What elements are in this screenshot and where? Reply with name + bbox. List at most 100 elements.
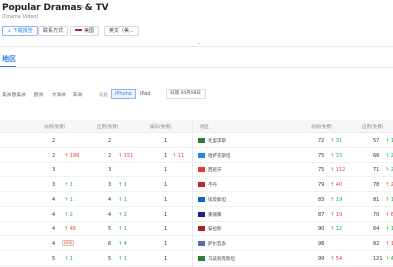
overall-rank-right: 90 — [318, 226, 325, 233]
apps-rank-right-change: ↑ 20 — [385, 167, 393, 174]
overall-rank: 4 — [52, 196, 56, 203]
col-header-entertainment[interactable]: 娱乐(免费) — [150, 124, 172, 130]
col-header-overall-right[interactable]: 总榜(免费) — [311, 124, 333, 130]
apps-rank-right: 78 — [373, 182, 380, 189]
col-header-region: 地区 — [200, 125, 209, 130]
page-subtitle: (Drama Video) — [2, 14, 39, 20]
apps-rank-right-change: ↑ 46 — [385, 255, 393, 262]
entertainment-rank: 1 — [164, 182, 168, 189]
entertainment-rank: 1 — [164, 196, 168, 203]
entertainment-rank: 1 — [164, 152, 168, 159]
overall-rank-right: 75 — [318, 167, 325, 174]
table-row[interactable]: 4 NEW 6 ↑ 4 1 萨尔瓦多 98 82 ↑ 1 — [0, 237, 393, 251]
overall-rank: 5 — [52, 255, 56, 262]
overall-rank-change: ↑ 46 — [64, 226, 77, 233]
country-name[interactable]: 柬埔寨 — [208, 212, 222, 218]
contact-button[interactable]: 联系方式 — [38, 26, 69, 36]
device-ipad-button[interactable]: iPad — [136, 89, 154, 99]
col-header-overall[interactable]: 总榜(免费) — [44, 124, 66, 130]
date-picker[interactable]: 日期 04月08日 — [166, 89, 206, 99]
overall-rank-right-change: ↑ 31 — [330, 138, 343, 144]
country-name[interactable]: 萨尔瓦多 — [208, 241, 226, 247]
overall-rank-change: ↑ 1 — [64, 255, 73, 262]
table-row[interactable]: 4 ↑ 46 5 ↑ 1 1 安拉斯 90 ↑ 12 64 ↑ 12 — [0, 222, 393, 237]
overall-rank-change: ↑ 189 — [64, 152, 80, 159]
apps-rank-right-change: ↑ 24 — [385, 182, 393, 189]
table-row[interactable]: 5 ↑ 1 5 ↑ 1 1 乌兹别克斯坦 99 ↑ 54 121↑ 46 — [0, 252, 393, 266]
apps-rank-change: ↑ 2 — [118, 211, 127, 218]
entertainment-rank-change: ↑ 11 — [172, 152, 185, 159]
apps-rank: 4 — [108, 211, 112, 218]
header: Popular Dramas & TV ✎ (Drama Video) ↓ 下载… — [0, 0, 393, 44]
apps-rank-right: 121 — [373, 255, 383, 262]
overall-rank-right-change: ↑ 40 — [330, 182, 343, 189]
divider — [0, 46, 393, 47]
device-label: 设备 — [99, 93, 108, 98]
overall-rank-right-change: ↑ 112 — [330, 167, 346, 174]
country-flag-icon — [198, 226, 205, 232]
download-report-button[interactable]: ↓ 下载报告 — [2, 26, 38, 36]
country-flag-icon — [198, 211, 205, 217]
apps-rank-change: ↑ 1 — [118, 196, 127, 203]
country-name[interactable]: 哈萨克斯坦 — [208, 153, 231, 159]
entertainment-rank: 1 — [164, 167, 168, 174]
overall-rank-right: 83 — [318, 196, 325, 203]
apps-rank: 4 — [108, 196, 112, 203]
country-select[interactable]: 美国 — [70, 26, 100, 36]
apps-rank-right-change: ↑ 19 — [385, 196, 393, 203]
apps-rank-right: 70 — [373, 211, 380, 218]
apps-rank-right: 81 — [373, 196, 380, 203]
entertainment-rank: 1 — [164, 211, 168, 218]
apps-rank-right-change: ↑ 23 — [385, 152, 393, 159]
table-row[interactable]: 4 ↑ 1 4 ↑ 1 1 埃及斯坦 83 ↑ 19 81 ↑ 19 — [0, 193, 393, 207]
overall-rank-right-change: ↑ 19 — [330, 196, 343, 203]
filter-region-oceania[interactable]: 大洋洲 — [52, 92, 66, 98]
table-header: 总榜(免费) 应用(免费) 娱乐(免费) 地区 总榜(免费) 应用(免费) — [0, 120, 393, 133]
overall-rank-right-change: ↑ 10 — [330, 211, 343, 218]
filter-region-africa[interactable]: 非洲 — [73, 92, 82, 98]
section-title[interactable]: 地区 — [2, 54, 16, 64]
date-label: 日期 — [170, 91, 179, 96]
overall-rank-right: 99 — [318, 255, 325, 262]
table-row[interactable]: 2 ↑ 189 2 ↑ 151 1 ↑ 11 哈萨克斯坦 75 ↑ 33 66 ↑ 23 — [0, 149, 393, 163]
country-flag-icon — [198, 240, 205, 246]
table-row[interactable]: 2 2 1 毛里求斯 72 ↑ 31 57 ↑ 19 — [0, 134, 393, 148]
apps-rank-change: ↑ 1 — [118, 226, 127, 233]
country-flag-icon — [198, 138, 205, 143]
overall-rank: 3 — [52, 182, 56, 189]
country-name[interactable]: 不丹 — [208, 182, 217, 188]
apps-rank-change: ↑ 4 — [118, 240, 127, 247]
filter-region-americas[interactable]: 美洲 — [2, 92, 11, 98]
edit-icon[interactable]: ✎ — [80, 4, 85, 11]
apps-rank-right: 71 — [373, 167, 380, 174]
apps-rank-right: 57 — [373, 138, 380, 144]
table-row[interactable]: 4 ↑ 2 4 ↑ 2 1 柬埔寨 87 ↑ 10 70 ↑ 6 — [0, 208, 393, 222]
table-row[interactable]: 3 3 1 西班牙 75 ↑ 112 71 ↑ 20 — [0, 163, 393, 178]
country-name[interactable]: 毛里求斯 — [208, 138, 226, 144]
overall-rank-right-change: ↑ 54 — [330, 255, 343, 262]
overall-rank: 2 — [52, 152, 56, 159]
country-flag-icon — [198, 182, 205, 188]
page-title: Popular Dramas & TV — [2, 3, 109, 13]
entertainment-rank: 1 — [164, 226, 168, 233]
col-header-apps-right[interactable]: 应用(免费) — [362, 124, 384, 130]
country-flag-icon — [198, 196, 205, 202]
country-label: 美国 — [84, 28, 95, 34]
apps-rank: 3 — [108, 182, 112, 189]
country-name[interactable]: 乌兹别克斯坦 — [208, 256, 235, 262]
country-name[interactable]: 埃及斯坦 — [208, 197, 226, 203]
col-header-apps[interactable]: 应用(免费) — [97, 124, 119, 130]
apps-rank: 2 — [108, 138, 112, 144]
device-iphone-button[interactable]: iPhone — [111, 89, 136, 99]
overall-rank-change: ↑ 2 — [64, 211, 73, 218]
date-value: 04月08日 — [180, 91, 201, 96]
overall-rank: 4 — [52, 226, 56, 233]
table-row[interactable]: 3 ↑ 1 3 ↑ 1 1 不丹 79 ↑ 40 78 ↑ 24 — [0, 178, 393, 193]
country-name[interactable]: 安拉斯 — [208, 226, 222, 232]
filter-region-eu-americas[interactable]: 欧美洲 — [12, 92, 26, 98]
filter-region-europe[interactable]: 欧洲 — [34, 92, 43, 98]
overall-rank-right-change: ↑ 33 — [330, 152, 343, 159]
country-flag-icon — [198, 167, 205, 173]
language-select[interactable]: 英文（美... — [104, 26, 139, 36]
country-name[interactable]: 西班牙 — [208, 167, 222, 173]
